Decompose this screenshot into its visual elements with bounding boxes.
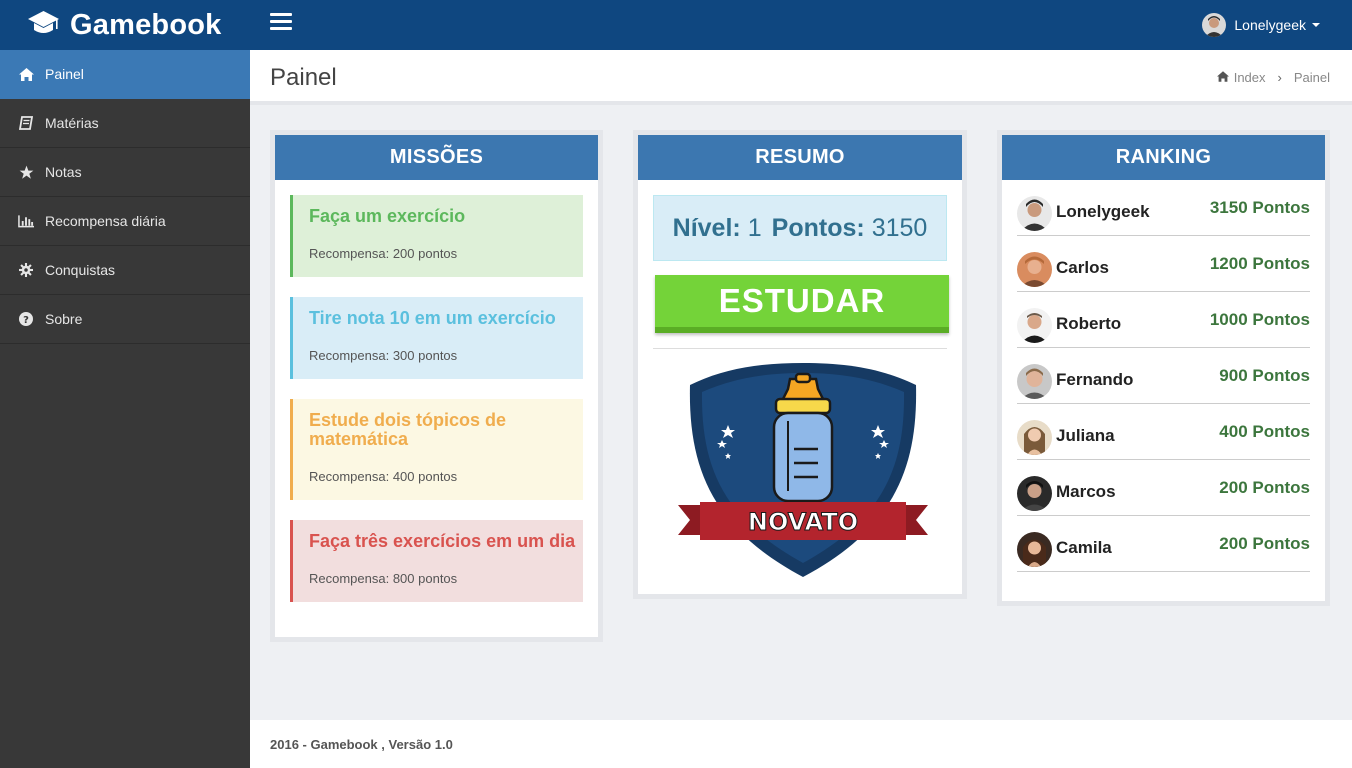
ranking-row[interactable]: Carlos 1200 Pontos [1017,236,1310,292]
ranking-points: 400 Pontos [1219,422,1310,441]
mission-title: Tire nota 10 em um exercício [309,308,556,328]
mission-title: Faça um exercício [309,206,466,226]
ranking-panel-title: RANKING [1002,135,1325,180]
brand-logo[interactable]: Gamebook [0,0,250,50]
menu-toggle-icon[interactable] [270,13,292,33]
graduation-cap-icon [27,9,60,42]
ranking-points: 900 Pontos [1219,366,1310,385]
missions-panel-title: MISSÕES [275,135,598,180]
ranking-points: 1000 Pontos [1209,310,1310,329]
points-label: Pontos: [771,213,865,242]
breadcrumb-current: Painel [1293,70,1330,85]
top-navbar: Gamebook Lonelygeek [0,0,1352,50]
question-icon: ? [18,311,34,327]
brand-title: Gamebook [70,8,222,41]
avatar [1017,532,1052,567]
book-icon [18,115,34,131]
summary-panel-title: RESUMO [638,135,962,180]
page-title: Painel [270,64,337,91]
sidebar-item-recompensa[interactable]: Recompensa diária [0,197,250,246]
ranking-name: Fernando [1056,370,1134,389]
avatar [1017,308,1052,343]
ranking-name: Marcos [1056,482,1116,501]
footer: 2016 - Gamebook , Versão 1.0 [250,720,1352,768]
home-icon [18,66,34,82]
sidebar-item-sobre[interactable]: ? Sobre [0,295,250,344]
ranking-points: 3150 Pontos [1209,198,1310,217]
user-menu[interactable]: Lonelygeek [1202,12,1320,38]
mission-reward: Recompensa: 400 pontos [309,469,458,484]
gear-icon [18,262,34,278]
mission-title: Faça três exercícios em um dia [309,531,576,551]
mission-card[interactable]: Tire nota 10 em um exercício Recompensa:… [290,297,583,379]
ranking-name: Juliana [1056,426,1115,445]
mission-reward: Recompensa: 800 pontos [309,571,458,586]
mission-card[interactable]: Faça três exercícios em um dia Recompens… [290,520,583,602]
ranking-panel: RANKING Lonelygeek 3150 Pontos Carlos 12… [997,130,1330,606]
level-label: Nível: [672,213,741,242]
mission-title: Estude dois tópicos de matemática [309,410,507,449]
breadcrumb: Index › Painel [1216,70,1330,85]
avatar [1017,196,1052,231]
sidebar-item-materias[interactable]: Matérias [0,99,250,148]
sidebar-item-label: Recompensa diária [45,213,166,229]
sidebar-item-label: Painel [45,66,84,82]
caret-down-icon [1312,23,1320,27]
ranking-points: 200 Pontos [1219,478,1310,497]
ranking-row[interactable]: Roberto 1000 Pontos [1017,292,1310,348]
ranking-name: Carlos [1056,258,1109,277]
avatar [1017,364,1052,399]
breadcrumb-separator-icon: › [1277,70,1282,85]
star-icon [18,164,34,180]
mission-reward: Recompensa: 200 pontos [309,246,458,261]
points-value: 3150 [871,213,928,242]
badge-label: NOVATO [748,508,858,536]
mission-card[interactable]: Estude dois tópicos de matemática Recomp… [290,399,583,500]
sidebar: Painel Matérias Notas Recompensa diária … [0,50,250,768]
sidebar-item-label: Conquistas [45,262,116,278]
sidebar-item-label: Matérias [45,115,99,131]
sidebar-item-painel[interactable]: Painel [0,50,250,99]
ranking-name: Roberto [1056,314,1122,333]
missions-panel: MISSÕES Faça um exercício Recompensa: 20… [270,130,603,642]
footer-text: 2016 - Gamebook , Versão 1.0 [270,737,453,752]
ranking-row[interactable]: Fernando 900 Pontos [1017,348,1310,404]
ranking-row[interactable]: Lonelygeek 3150 Pontos [1017,180,1310,236]
sidebar-item-label: Notas [45,164,82,180]
sidebar-item-conquistas[interactable]: Conquistas [0,246,250,295]
mission-card[interactable]: Faça um exercício Recompensa: 200 pontos [290,195,583,277]
user-avatar [1202,13,1227,37]
study-button[interactable]: ESTUDAR [655,275,949,333]
avatar [1017,476,1052,511]
summary-panel: RESUMO Nível: 1 Pontos: 3150 ESTUDAR NOV… [633,130,967,599]
avatar [1017,420,1052,455]
ranking-points: 200 Pontos [1219,534,1310,553]
breadcrumb-link-index[interactable]: Index [1234,70,1266,85]
svg-text:?: ? [23,315,29,326]
ranking-row[interactable]: Juliana 400 Pontos [1017,404,1310,460]
user-name: Lonelygeek [1234,17,1306,33]
ranking-name: Camila [1056,538,1112,557]
page-header: Painel Index › Painel [250,50,1352,105]
mission-reward: Recompensa: 300 pontos [309,348,458,363]
ranking-row[interactable]: Marcos 200 Pontos [1017,460,1310,516]
ranking-row[interactable]: Camila 200 Pontos [1017,516,1310,572]
novato-badge-image: NOVATO [678,359,928,581]
avatar [1017,252,1052,287]
home-icon [1216,70,1229,85]
level-points-box: Nível: 1 Pontos: 3150 [653,195,947,261]
ranking-points: 1200 Pontos [1209,254,1310,273]
divider [653,348,947,349]
sidebar-item-notas[interactable]: Notas [0,148,250,197]
sidebar-item-label: Sobre [45,311,83,327]
level-value: 1 [747,213,762,242]
ranking-name: Lonelygeek [1056,202,1150,221]
bar-chart-icon [18,213,34,229]
